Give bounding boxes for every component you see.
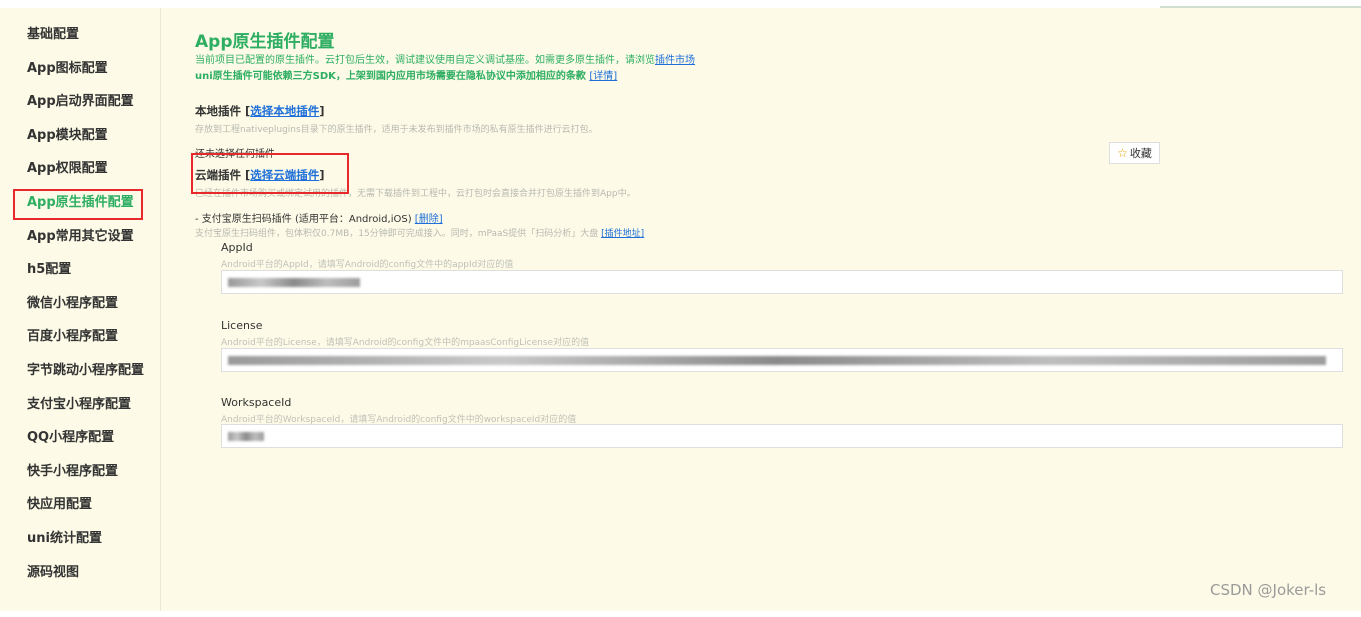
sidebar-item-toutiao-mp[interactable]: 字节跳动小程序配置 [27, 362, 144, 380]
cloud-plugin-highlight-box [191, 153, 349, 194]
appid-label: AppId [221, 241, 253, 254]
sidebar-item-basic[interactable]: 基础配置 [27, 26, 79, 44]
plugin-description: 支付宝原生扫码组件，包体积仅0.7MB，15分钟即可完成接入。同时，mPaaS提… [195, 226, 644, 239]
plugin-entry-title: - 支付宝原生扫码插件 (适用平台：Android,iOS) [删除] [195, 210, 443, 225]
license-input[interactable] [221, 348, 1343, 372]
main-panel: App原生插件配置 当前项目已配置的原生插件。云打包后生效，调试建议使用自定义调… [160, 8, 1361, 611]
sidebar-item-kuaishou-mp[interactable]: 快手小程序配置 [27, 463, 118, 481]
page-title: App原生插件配置 [195, 32, 335, 52]
sidebar-item-app-modules[interactable]: App模块配置 [27, 127, 108, 145]
sidebar-item-app-other-settings[interactable]: App常用其它设置 [27, 228, 134, 246]
local-plugins-hint: 存放到工程nativeplugins目录下的原生插件，适用于未发布到插件市场的私… [195, 125, 598, 135]
appid-hint: Android平台的AppId，请填写Android的config文件中的app… [221, 260, 514, 270]
privacy-notice: uni原生插件可能依赖三方SDK，上架到国内应用市场需要在隐私协议中添加相应的条… [195, 67, 617, 82]
privacy-details-link[interactable]: [详情] [589, 71, 617, 82]
sidebar-item-app-permissions[interactable]: App权限配置 [27, 160, 108, 178]
sidebar-item-source-view[interactable]: 源码视图 [27, 564, 79, 582]
sidebar-item-app-icon[interactable]: App图标配置 [27, 60, 108, 78]
workspaceid-input[interactable] [221, 424, 1343, 448]
sidebar-item-alipay-mp[interactable]: 支付宝小程序配置 [27, 396, 131, 414]
sidebar-item-uni-stat[interactable]: uni统计配置 [27, 530, 102, 548]
sidebar-item-h5[interactable]: h5配置 [27, 261, 71, 279]
favorite-label: 收藏 [1129, 147, 1152, 160]
sidebar-item-quickapp[interactable]: 快应用配置 [27, 496, 92, 514]
workspaceid-label: WorkspaceId [221, 396, 292, 409]
page-description-text: 当前项目已配置的原生插件。云打包后生效，调试建议使用自定义调试基座。如需更多原生… [195, 55, 655, 66]
delete-plugin-link[interactable]: [删除] [415, 214, 443, 225]
select-local-plugin-link[interactable]: 选择本地插件 [250, 104, 319, 118]
license-hint: Android平台的License，请填写Android的config文件中的m… [221, 338, 590, 348]
plugin-name: - 支付宝原生扫码插件 (适用平台：Android,iOS) [195, 214, 412, 225]
page-description: 当前项目已配置的原生插件。云打包后生效，调试建议使用自定义调试基座。如需更多原生… [195, 51, 695, 66]
sidebar-item-app-splash[interactable]: App启动界面配置 [27, 93, 134, 111]
star-icon: ☆ [1117, 146, 1128, 160]
favorite-button[interactable]: ☆ 收藏 [1109, 142, 1160, 164]
bottom-strip [0, 611, 1361, 617]
local-plugins-heading: 本地插件 [选择本地插件] [195, 103, 325, 119]
app-frame: 基础配置 App图标配置 App启动界面配置 App模块配置 App权限配置 A… [0, 0, 1361, 617]
redacted-value [228, 431, 264, 441]
sidebar-item-baidu-mp[interactable]: 百度小程序配置 [27, 328, 118, 346]
sidebar-item-weixin-mp[interactable]: 微信小程序配置 [27, 295, 118, 313]
plugin-address-link[interactable]: [插件地址] [601, 229, 644, 239]
bracket-close: ] [319, 104, 325, 118]
redacted-value [228, 277, 360, 287]
sidebar: 基础配置 App图标配置 App启动界面配置 App模块配置 App权限配置 A… [7, 8, 161, 611]
active-item-highlight-box [13, 189, 143, 220]
privacy-notice-text: uni原生插件可能依赖三方SDK，上架到国内应用市场需要在隐私协议中添加相应的条… [195, 71, 586, 82]
watermark: CSDN @Joker-ls [1210, 581, 1327, 599]
appid-input[interactable] [221, 270, 1343, 294]
license-label: License [221, 319, 263, 332]
sidebar-item-qq-mp[interactable]: QQ小程序配置 [27, 429, 114, 447]
local-plugins-title: 本地插件 [195, 104, 241, 118]
redacted-value [228, 355, 1326, 365]
top-strip [0, 0, 1361, 8]
plugin-description-text: 支付宝原生扫码组件，包体积仅0.7MB，15分钟即可完成接入。同时，mPaaS提… [195, 229, 599, 239]
plugin-market-link[interactable]: 插件市场 [655, 55, 695, 66]
